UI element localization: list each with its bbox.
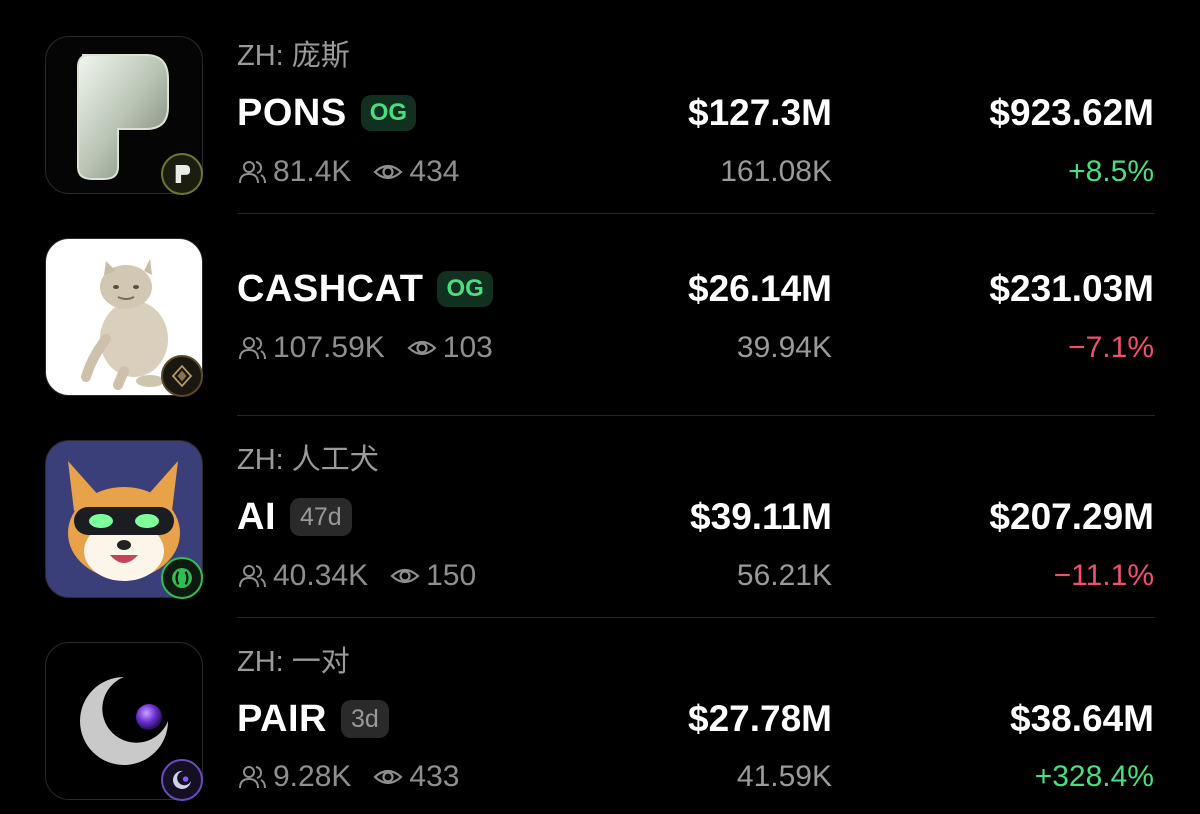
- market-cap-value: $39.11M: [690, 496, 832, 537]
- change-percent: +328.4%: [1034, 760, 1154, 793]
- change-percent: −7.1%: [1068, 331, 1154, 364]
- og-badge: OG: [437, 271, 493, 307]
- eye-icon: [373, 762, 404, 792]
- users-icon: [237, 561, 267, 591]
- eye-icon: [390, 561, 420, 591]
- age-badge: 47d: [290, 498, 352, 536]
- age-badge: 3d: [340, 700, 389, 738]
- ai-zh-label: ZH: 人工犬: [237, 444, 379, 476]
- ai-ticker: AI: [237, 495, 276, 538]
- row-divider: [237, 415, 1155, 416]
- price-value: $38.64M: [1010, 698, 1154, 739]
- users-icon: [237, 333, 267, 363]
- ai-chain-badge: [161, 557, 203, 599]
- change-percent: −11.1%: [1053, 559, 1154, 592]
- cashcat-chain-badge: [161, 355, 203, 397]
- views-count: 150: [426, 559, 477, 592]
- volume-value: 41.59K: [736, 760, 832, 793]
- volume-value: 39.94K: [736, 331, 832, 364]
- users-icon: [237, 762, 267, 792]
- eye-icon: [407, 333, 437, 363]
- views-count: 433: [409, 760, 460, 793]
- token-row-pair[interactable]: ZH: 一对 PAIR 3d 9.28K 433 $27.78M 41.59K …: [0, 0, 1200, 801]
- pair-zh-label: ZH: 一对: [237, 646, 350, 678]
- row-divider: [237, 213, 1155, 214]
- pair-ticker: PAIR: [237, 697, 327, 740]
- holders-count: 40.34K: [273, 559, 369, 592]
- market-cap-value: $27.78M: [688, 698, 832, 739]
- row-divider: [237, 617, 1155, 618]
- pair-chain-badge: [161, 759, 203, 801]
- volume-value: 56.21K: [736, 559, 832, 592]
- views-count: 103: [442, 331, 493, 364]
- market-cap-value: $26.14M: [688, 268, 832, 309]
- holders-count: 107.59K: [273, 331, 385, 364]
- holders-count: 9.28K: [273, 760, 352, 793]
- price-value: $231.03M: [989, 268, 1154, 309]
- price-value: $207.29M: [989, 496, 1154, 537]
- cashcat-ticker: CASHCAT: [237, 267, 424, 310]
